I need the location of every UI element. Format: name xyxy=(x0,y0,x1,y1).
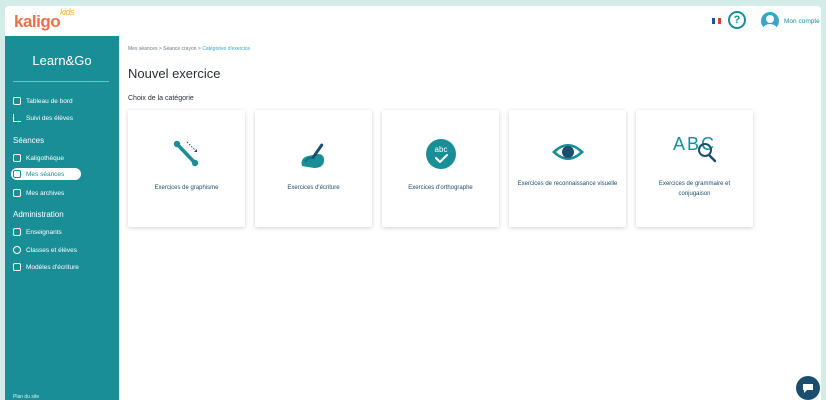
grammar-icon: ABC xyxy=(636,130,753,168)
grammar-icon-text: ABC xyxy=(673,134,716,154)
sitemap-link[interactable]: Plan du site xyxy=(13,394,39,400)
main-content: Mes séances > Séance crayon > Catégories… xyxy=(119,36,821,400)
card-label: Exercices de graphisme xyxy=(154,185,219,191)
card-label: Exercices de grammaire et conjugaison xyxy=(658,181,731,197)
sidebar-item-label: Enseignants xyxy=(26,228,62,236)
sidebar-item-classes[interactable]: Classes et élèves xyxy=(11,244,85,256)
sidebar-item-student-tracking[interactable]: Suivi des élèves xyxy=(11,112,81,124)
category-card-writing[interactable]: Exercices d'écriture xyxy=(255,110,372,227)
avatar-icon xyxy=(761,12,779,30)
chart-line-icon xyxy=(13,114,21,122)
sidebar-item-teachers[interactable]: Enseignants xyxy=(11,226,70,238)
templates-icon xyxy=(13,263,21,271)
sidebar-item-my-archives[interactable]: Mes archives xyxy=(11,187,72,199)
sidebar-item-label: Suivi des élèves xyxy=(26,114,73,122)
account-button[interactable]: Mon compte xyxy=(761,11,820,31)
kaligo-logo[interactable]: kaligo kids xyxy=(14,7,75,32)
dashboard-icon xyxy=(13,97,21,105)
writing-icon xyxy=(255,136,372,174)
logo-kids-text: kids xyxy=(60,7,75,17)
spelling-icon: abc xyxy=(382,136,499,174)
account-label: Mon compte xyxy=(784,17,820,25)
help-button[interactable]: ? xyxy=(728,11,746,29)
page-title: Nouvel exercice xyxy=(128,66,221,81)
card-label: Exercices d'orthographe xyxy=(408,185,473,191)
breadcrumb-item[interactable]: Mes séances xyxy=(128,46,157,52)
sidebar-item-label: Mes archives xyxy=(26,189,65,197)
breadcrumb: Mes séances > Séance crayon > Catégories… xyxy=(128,46,250,52)
sidebar-item-kaligotheque[interactable]: Kaligothèque xyxy=(11,152,72,164)
brand-title: Learn&Go xyxy=(32,53,92,68)
breadcrumb-item[interactable]: Séance crayon xyxy=(163,46,196,52)
sidebar-item-writing-models[interactable]: Modèles d'écriture xyxy=(11,261,87,273)
chat-button[interactable] xyxy=(796,376,820,400)
sidebar-item-label: Kaligothèque xyxy=(26,154,64,162)
sidebar: Learn&Go Tableau de bord Suivi des élève… xyxy=(5,36,119,400)
section-administration: Administration xyxy=(13,210,64,219)
breadcrumb-current: Catégories d'exercice xyxy=(202,46,251,52)
category-card-visual[interactable]: Exercices de reconnaissance visuelle xyxy=(509,110,626,227)
brand-divider xyxy=(13,81,109,82)
sidebar-item-label: Tableau de bord xyxy=(26,97,73,105)
spelling-icon-text: abc xyxy=(434,145,447,154)
section-seances: Séances xyxy=(13,136,45,145)
graphism-icon xyxy=(128,136,245,174)
id-card-icon xyxy=(13,228,21,236)
library-icon xyxy=(13,154,21,162)
sidebar-item-label: Mes séances xyxy=(26,170,65,178)
sidebar-item-label: Modèles d'écriture xyxy=(26,263,79,271)
top-bar: kaligo kids ? Mon compte xyxy=(5,6,821,36)
chat-icon xyxy=(803,384,813,393)
eye-icon xyxy=(509,136,626,174)
sidebar-item-my-sessions[interactable]: Mes séances xyxy=(11,168,81,180)
french-flag-icon[interactable] xyxy=(712,18,721,24)
card-label: Exercices d'écriture xyxy=(287,185,340,191)
sidebar-item-label: Classes et élèves xyxy=(26,246,77,254)
category-heading: Choix de la catégorie xyxy=(128,95,194,102)
sessions-icon xyxy=(13,170,21,178)
logo-text: kaligo xyxy=(14,12,61,31)
sidebar-item-dashboard[interactable]: Tableau de bord xyxy=(11,95,81,107)
card-label: Exercices de reconnaissance visuelle xyxy=(517,181,618,187)
users-icon xyxy=(13,246,21,254)
category-card-grammar[interactable]: ABC Exercices de grammaire et conjugaiso… xyxy=(636,110,753,227)
category-card-graphism[interactable]: Exercices de graphisme xyxy=(128,110,245,227)
archive-icon xyxy=(13,189,21,197)
category-card-spelling[interactable]: abc Exercices d'orthographe xyxy=(382,110,499,227)
